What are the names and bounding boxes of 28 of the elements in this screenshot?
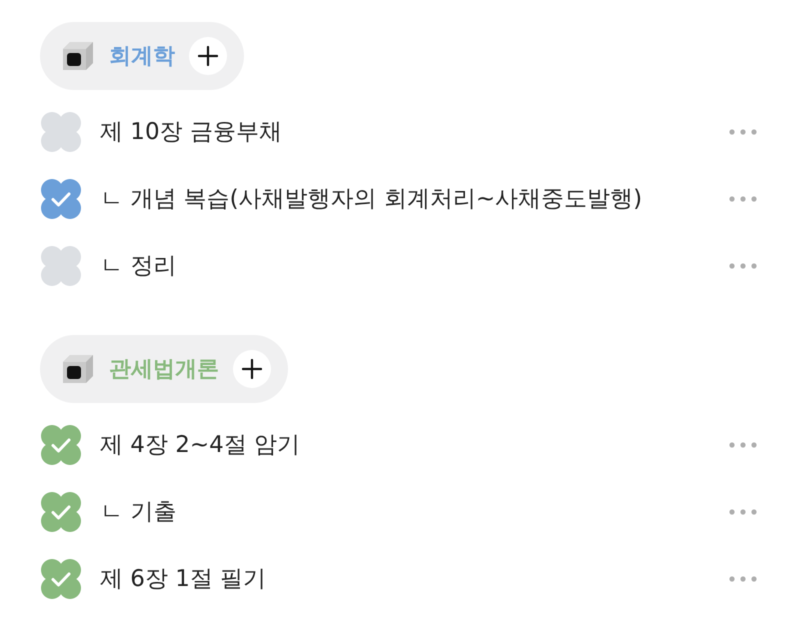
more-icon[interactable] (729, 196, 757, 202)
checkbox[interactable] (40, 424, 82, 466)
more-icon[interactable] (729, 128, 757, 134)
more-icon[interactable] (729, 508, 757, 514)
task-text: ㄴ 개념 복습(사채발행자의 회계처리~사채중도발행) (100, 185, 644, 214)
category-title: 관세법개론 (109, 356, 219, 384)
checkbox[interactable] (40, 244, 82, 286)
category-header[interactable]: 회계학 (40, 22, 244, 90)
checkbox[interactable] (40, 558, 82, 600)
checkbox[interactable] (40, 490, 82, 532)
task-text: ㄴ 기출 (100, 498, 178, 527)
add-button[interactable] (233, 350, 271, 388)
more-icon[interactable] (729, 442, 757, 448)
plus-icon (198, 46, 218, 66)
category-title: 회계학 (109, 43, 175, 71)
task-text: 제 6장 1절 필기 (100, 565, 268, 594)
checkbox[interactable] (40, 178, 82, 220)
checkbox[interactable] (40, 110, 82, 152)
add-button[interactable] (189, 37, 227, 75)
box-icon (62, 354, 94, 384)
plus-icon (242, 359, 262, 379)
task-text: 제 10장 금융부채 (100, 118, 283, 147)
task-text: ㄴ 정리 (100, 252, 178, 281)
more-icon[interactable] (729, 262, 757, 268)
more-icon[interactable] (729, 576, 757, 582)
category-header[interactable]: 관세법개론 (40, 335, 288, 403)
box-icon (62, 41, 94, 71)
task-text: 제 4장 2~4절 암기 (100, 431, 302, 460)
